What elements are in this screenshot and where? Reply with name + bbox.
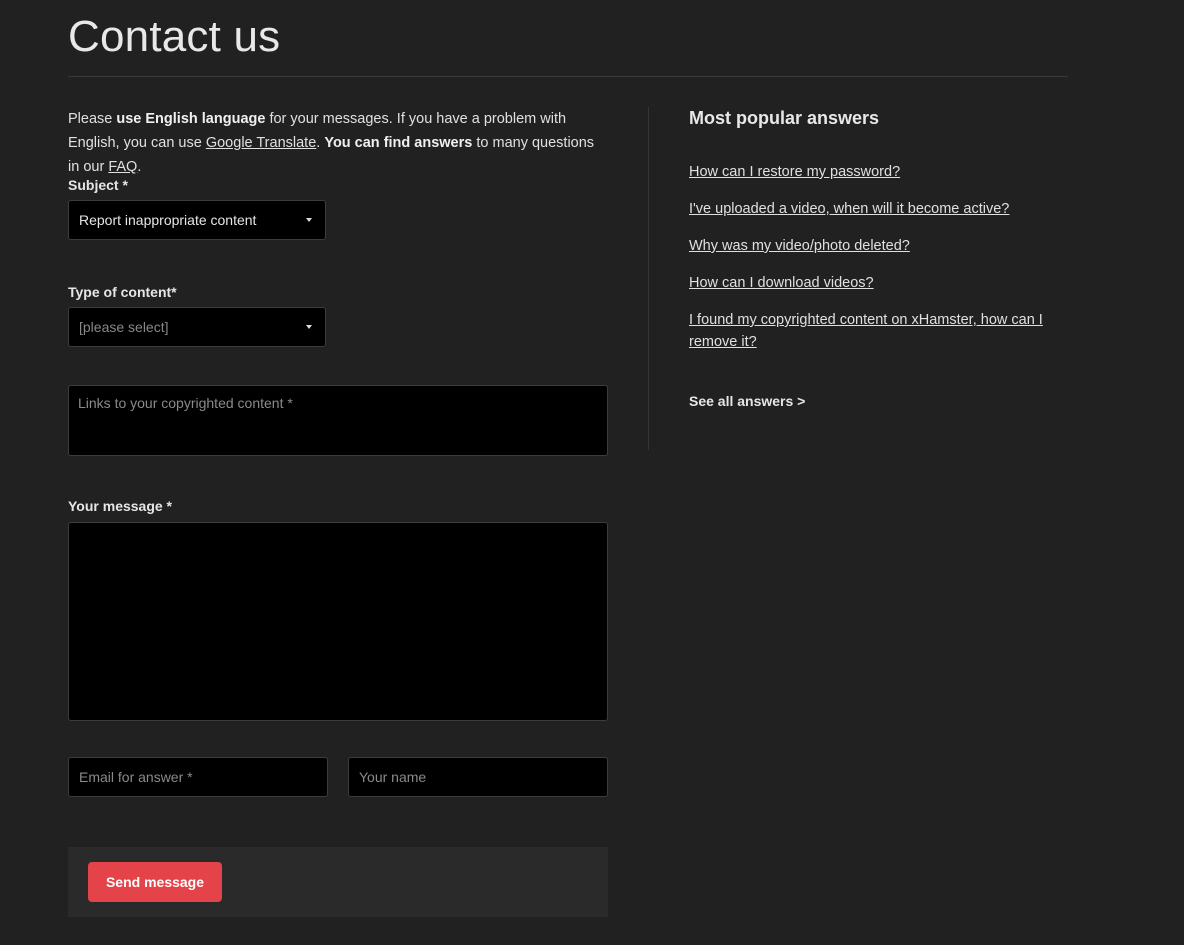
intro-text-part: . [137, 159, 142, 175]
faq-answer-download-videos[interactable]: How can I download videos? [689, 275, 874, 291]
type-of-content-select[interactable]: [please select] [68, 307, 326, 347]
name-field[interactable] [348, 757, 608, 797]
caret-down-icon [306, 218, 312, 222]
your-message-label: Your message * [68, 498, 173, 514]
contact-page: Contact us Please use English language f… [0, 0, 1184, 945]
message-textarea[interactable] [68, 522, 608, 721]
faq-answer-restore-password[interactable]: How can I restore my password? [689, 164, 900, 180]
list-item: Why was my video/photo deleted? [689, 235, 1049, 257]
email-field[interactable] [68, 757, 328, 797]
page-title: Contact us [68, 12, 281, 61]
faq-answer-video-active[interactable]: I've uploaded a video, when will it beco… [689, 201, 1009, 217]
intro-bold-english: use English language [116, 111, 266, 127]
intro-text: Please use English language for your mes… [68, 107, 608, 179]
intro-bold-answers: You can find answers [324, 135, 473, 151]
title-divider [68, 76, 1068, 77]
subject-select[interactable]: Report inappropriate content [68, 200, 326, 240]
list-item: I found my copyrighted content on xHamst… [689, 309, 1049, 353]
column-divider [648, 107, 649, 450]
type-of-content-select-value: [please select] [79, 319, 169, 335]
google-translate-link[interactable]: Google Translate [206, 135, 316, 151]
faq-answer-copyrighted-content[interactable]: I found my copyrighted content on xHamst… [689, 312, 1043, 350]
subject-label: Subject * [68, 177, 128, 193]
list-item: How can I download videos? [689, 272, 1049, 294]
type-of-content-label: Type of content* [68, 284, 177, 300]
faq-link[interactable]: FAQ [108, 159, 137, 175]
list-item: I've uploaded a video, when will it beco… [689, 198, 1049, 220]
copyrighted-links-textarea[interactable] [68, 385, 608, 456]
popular-answers-title: Most popular answers [689, 108, 880, 128]
faq-answer-video-deleted[interactable]: Why was my video/photo deleted? [689, 238, 910, 254]
submit-bar: Send message [68, 847, 608, 917]
send-message-button[interactable]: Send message [88, 862, 222, 902]
subject-select-value: Report inappropriate content [79, 212, 257, 228]
see-all-answers-link[interactable]: See all answers > [689, 393, 805, 409]
list-item: How can I restore my password? [689, 161, 1049, 183]
popular-answers-list: How can I restore my password? I've uplo… [689, 161, 1049, 368]
caret-down-icon [306, 325, 312, 329]
intro-text-part: Please [68, 111, 117, 127]
